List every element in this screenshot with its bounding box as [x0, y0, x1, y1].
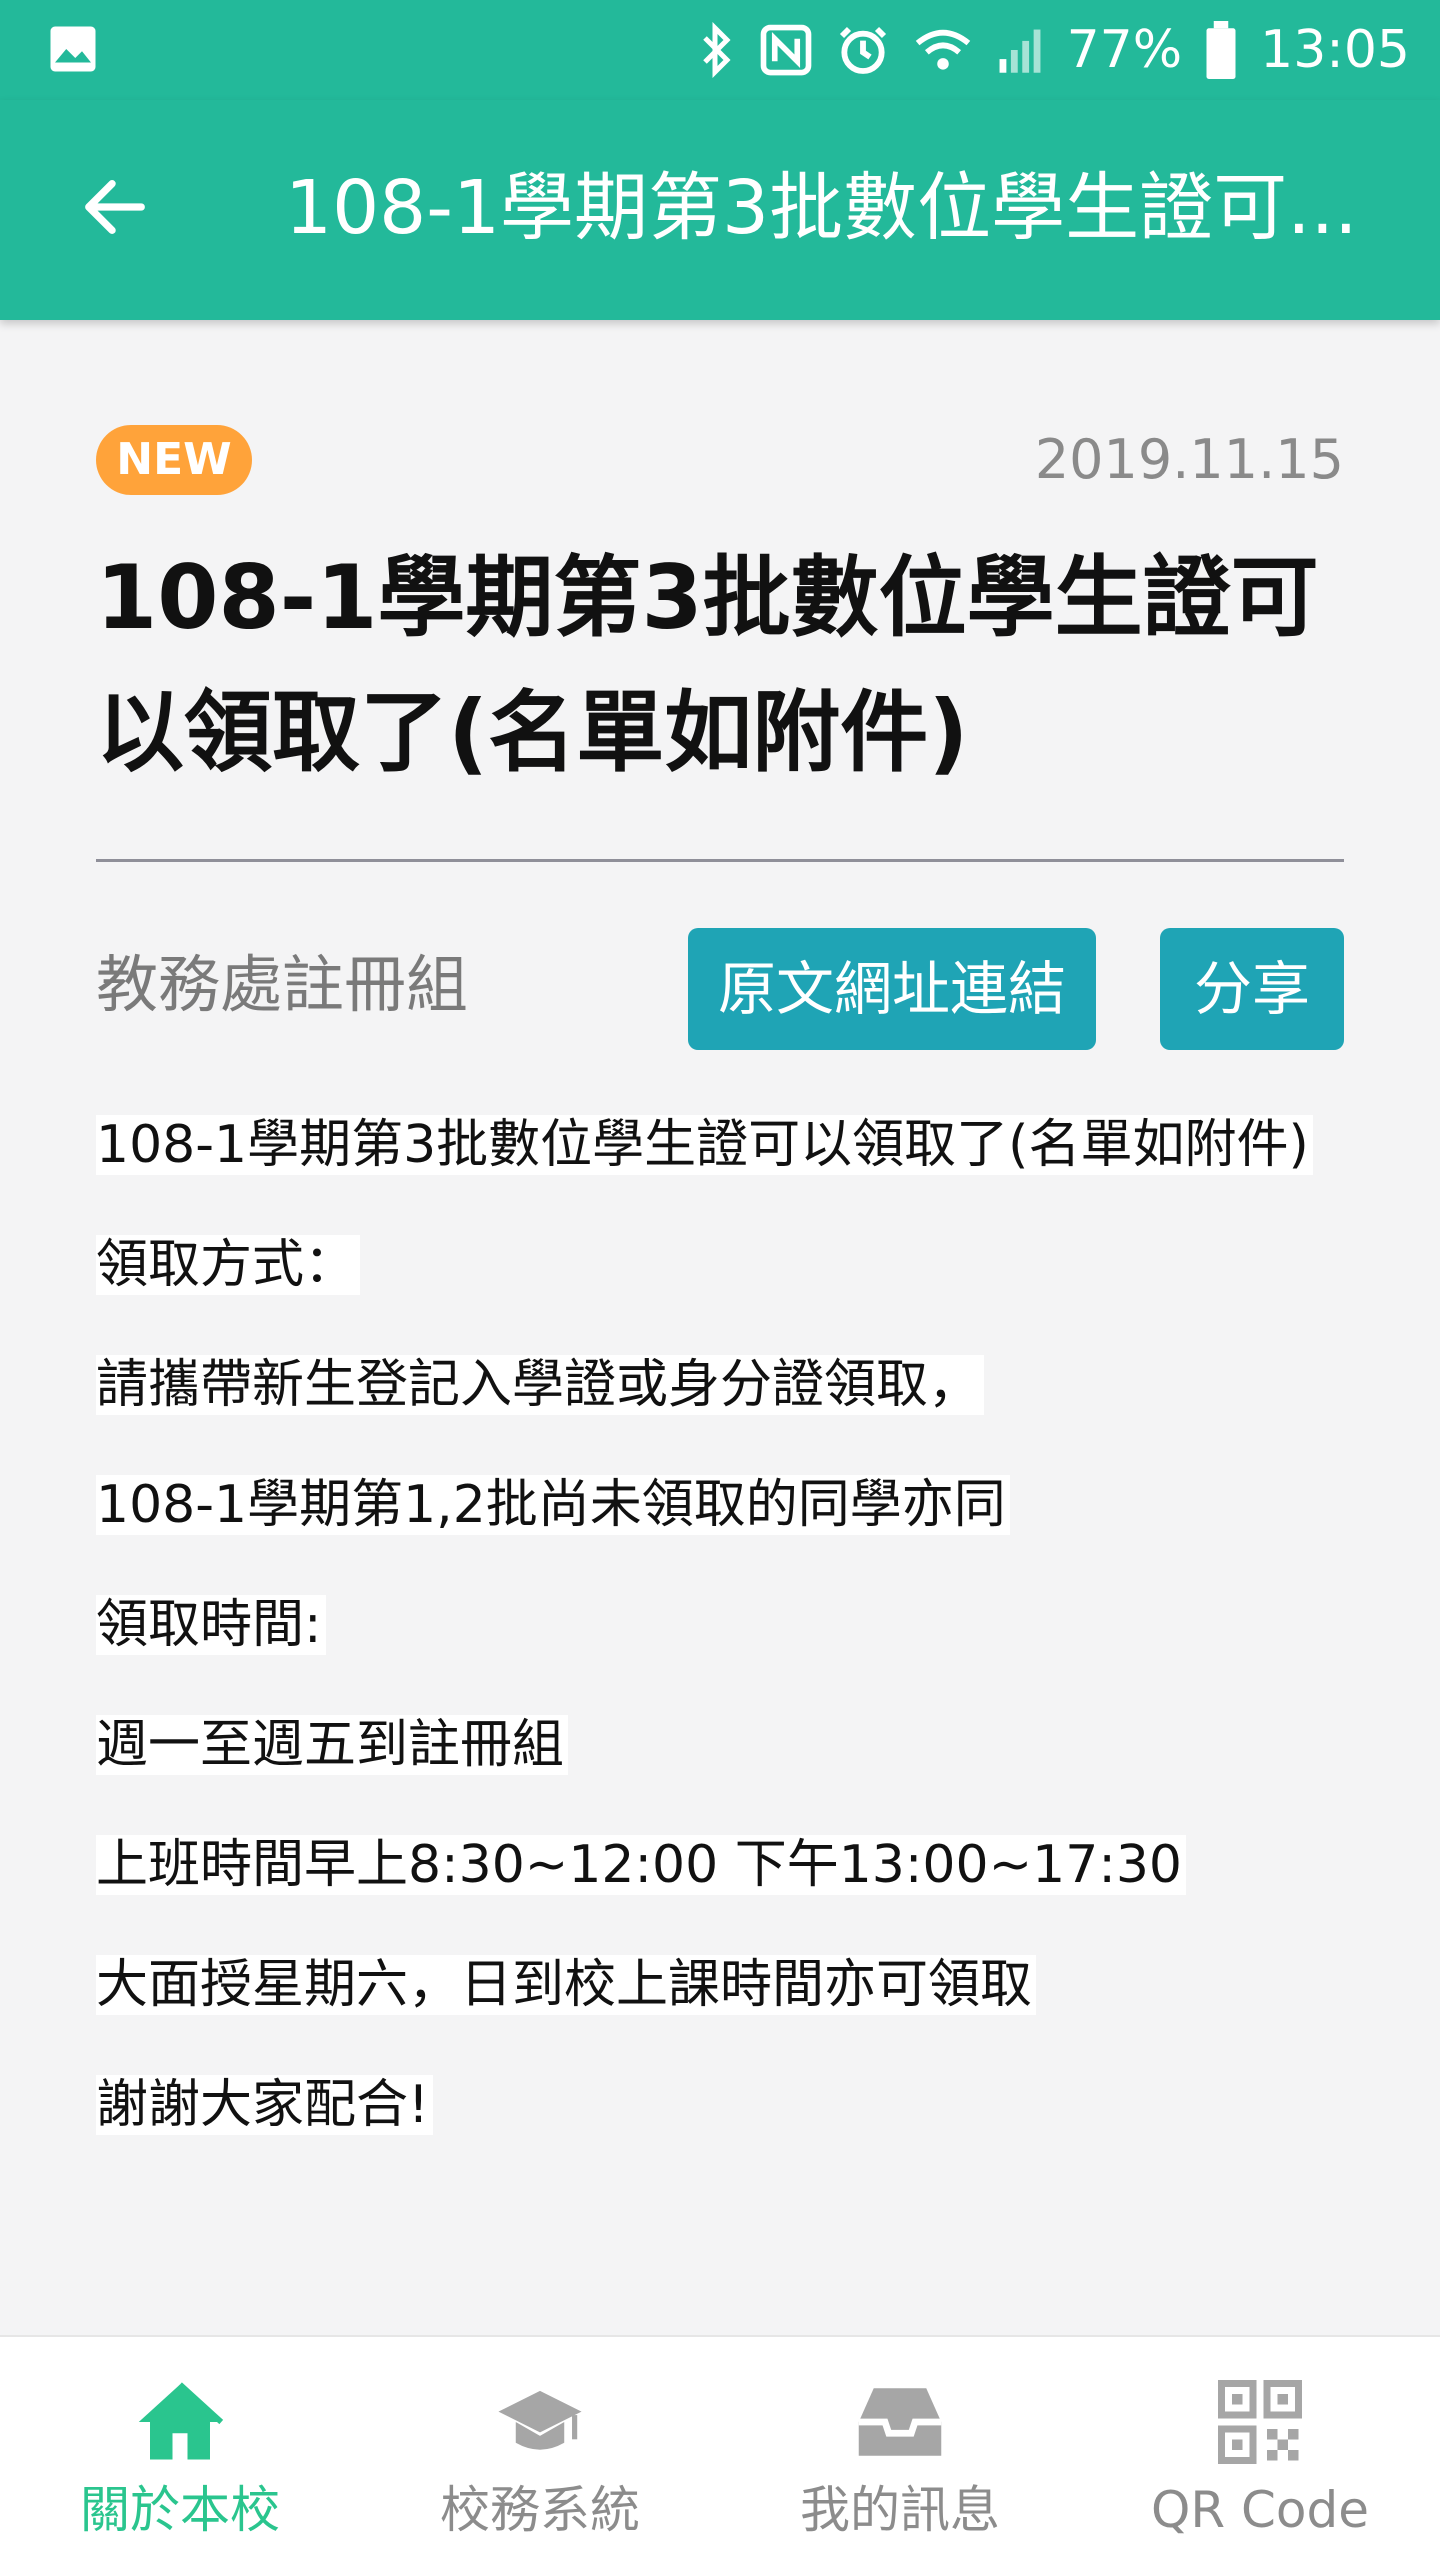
post-body: 108-1學期第3批數位學生證可以領取了(名單如附件) 領取方式： 請攜帶新生登… — [96, 1105, 1346, 2185]
body-line: 領取時間: — [96, 1585, 1346, 1705]
battery-icon — [1204, 21, 1238, 79]
back-button[interactable] — [70, 162, 160, 252]
department-label: 教務處註冊組 — [96, 948, 469, 1021]
home-icon — [135, 2377, 225, 2467]
alarm-icon — [835, 22, 891, 78]
post-content: NEW 2019.11.15 108-1學期第3批數位學生證可以領取了(名單如附… — [0, 320, 1440, 2315]
inbox-icon — [855, 2377, 945, 2467]
status-bar: 77% 13:05 — [0, 0, 1440, 100]
original-link-button[interactable]: 原文網址連結 — [688, 928, 1096, 1050]
body-line: 請攜帶新生登記入學證或身分證領取， — [96, 1345, 1346, 1465]
battery-percent: 77% — [1066, 20, 1183, 80]
body-line: 週一至週五到註冊組 — [96, 1705, 1346, 1825]
signal-icon — [995, 22, 1045, 78]
graduation-cap-icon — [495, 2377, 585, 2467]
body-line: 領取方式： — [96, 1225, 1346, 1345]
bottom-nav: 關於本校 校務系統 我的訊息 QR Code — [0, 2335, 1440, 2562]
bluetooth-icon — [697, 22, 737, 78]
body-line: 大面授星期六，日到校上課時間亦可領取 — [96, 1945, 1346, 2065]
new-badge: NEW — [96, 425, 252, 495]
nav-label: QR Code — [1151, 2481, 1369, 2539]
nfc-icon — [759, 23, 813, 77]
image-icon — [46, 22, 100, 76]
body-line: 上班時間早上8:30~12:00 下午13:00~17:30 — [96, 1825, 1346, 1945]
nav-item-qr-code[interactable]: QR Code — [1080, 2337, 1440, 2562]
nav-label: 校務系統 — [440, 2481, 640, 2539]
clock: 13:05 — [1260, 20, 1410, 80]
share-button[interactable]: 分享 — [1160, 928, 1344, 1050]
post-title: 108-1學期第3批數位學生證可以領取了(名單如附件) — [96, 546, 1319, 784]
app-bar: 108-1學期第3批數位學生證可... — [0, 100, 1440, 320]
nav-label: 關於本校 — [80, 2481, 280, 2539]
body-line: 108-1學期第1,2批尚未領取的同學亦同 — [96, 1465, 1346, 1585]
nav-label: 我的訊息 — [800, 2481, 1000, 2539]
page-title: 108-1學期第3批數位學生證可... — [285, 165, 1358, 251]
qr-code-icon — [1215, 2377, 1305, 2467]
arrow-back-icon — [85, 180, 145, 234]
nav-item-about-school[interactable]: 關於本校 — [0, 2337, 360, 2562]
divider — [96, 859, 1344, 862]
body-line: 108-1學期第3批數位學生證可以領取了(名單如附件) — [96, 1105, 1346, 1225]
body-line: 謝謝大家配合! — [96, 2065, 1346, 2185]
wifi-icon — [913, 22, 973, 78]
nav-item-school-system[interactable]: 校務系統 — [360, 2337, 720, 2562]
nav-item-my-messages[interactable]: 我的訊息 — [720, 2337, 1080, 2562]
post-date: 2019.11.15 — [1034, 428, 1344, 491]
